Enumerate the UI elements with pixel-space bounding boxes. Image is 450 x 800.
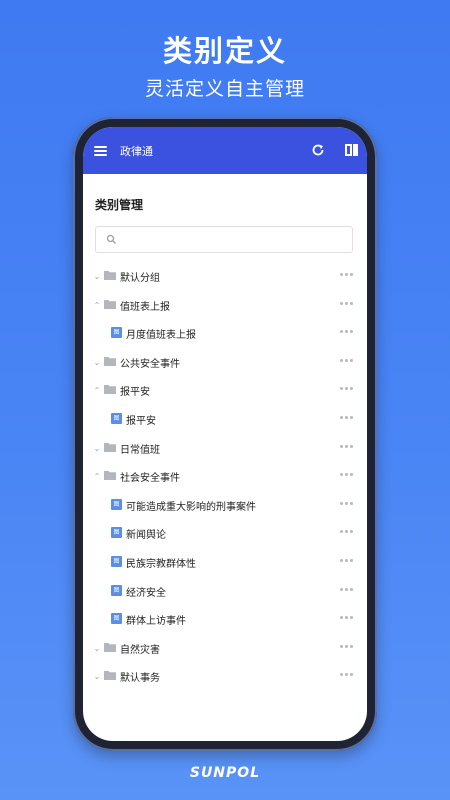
more-options-icon[interactable] [340, 358, 353, 363]
more-options-icon[interactable] [340, 587, 353, 592]
more-options-icon[interactable] [340, 644, 353, 649]
more-options-icon[interactable] [340, 673, 353, 677]
more-options-icon[interactable] [340, 530, 353, 534]
tree-row-label: 新闻舆论 [126, 530, 166, 542]
more-options-icon[interactable] [340, 616, 353, 620]
search-input[interactable] [95, 226, 353, 253]
more-options-icon[interactable] [340, 330, 353, 334]
tree-row-label: 报平安 [120, 387, 150, 399]
tree-row-label: 可能造成重大影响的刑事案件 [126, 501, 256, 513]
tree-item-row[interactable]: 图经济安全 [83, 584, 367, 606]
brand-logo: SUNPOL [189, 765, 261, 781]
page-title: 类别管理 [95, 198, 144, 212]
folder-icon [104, 299, 116, 309]
category-item-icon: 图 [111, 498, 122, 510]
category-item-icon: 图 [111, 413, 122, 424]
app-screen: 政律通 类别管理 ⌄ 默认分组 ⌃ 值班表上报图月度值班表上报 ⌄ 公共安全事件 ⌃ 报平安图… [83, 127, 367, 741]
chevron-down-icon[interactable]: ⌄ [93, 672, 101, 682]
more-options-icon[interactable] [340, 501, 353, 506]
tree-row-label: 公共安全事件 [120, 358, 180, 370]
folder-icon [104, 385, 116, 395]
tree-row-label: 报平安 [126, 416, 156, 427]
hamburger-menu-icon[interactable] [94, 146, 107, 156]
phone-frame: 政律通 类别管理 ⌄ 默认分组 ⌃ 值班表上报图月度值班表上报 ⌄ 公共安全事件 ⌃ 报平安图… [73, 117, 377, 751]
category-item-icon: 图 [111, 327, 122, 339]
chevron-up-icon[interactable]: ⌃ [93, 472, 101, 482]
tree-folder-row[interactable]: ⌄ 自然灾害 [83, 641, 367, 663]
more-options-icon[interactable] [340, 301, 353, 306]
folder-icon [104, 671, 116, 681]
sidebar-toggle-icon[interactable] [345, 144, 358, 156]
tree-row-label: 群体上访事件 [126, 616, 186, 628]
chevron-down-icon[interactable]: ⌄ [93, 358, 101, 368]
chevron-down-icon[interactable]: ⌄ [93, 272, 101, 282]
tree-folder-row[interactable]: ⌄ 日常值班 [83, 441, 367, 463]
more-options-icon[interactable] [340, 416, 353, 420]
tree-row-label: 值班表上报 [120, 301, 170, 313]
tree-row-label: 默认分组 [120, 273, 160, 284]
folder-icon [104, 471, 116, 481]
tree-row-label: 默认事务 [120, 673, 160, 685]
tree-item-row[interactable]: 图可能造成重大影响的刑事案件 [83, 498, 367, 520]
chevron-up-icon[interactable]: ⌃ [93, 301, 101, 311]
tree-row-label: 月度值班表上报 [126, 330, 196, 342]
chevron-down-icon[interactable]: ⌄ [93, 644, 101, 654]
app-bar: 政律通 [83, 127, 367, 174]
more-options-icon[interactable] [340, 444, 353, 449]
more-options-icon[interactable] [340, 559, 353, 563]
tree-row-label: 民族宗教群体性 [126, 559, 196, 570]
more-options-icon[interactable] [340, 473, 353, 477]
tree-folder-row[interactable]: ⌃ 值班表上报 [83, 298, 367, 320]
category-item-icon: 图 [111, 584, 122, 596]
chevron-up-icon[interactable]: ⌃ [93, 386, 101, 396]
tree-folder-row[interactable]: ⌄ 公共安全事件 [83, 355, 367, 377]
more-options-icon[interactable] [340, 273, 353, 277]
tree-folder-row[interactable]: ⌃ 报平安 [83, 383, 367, 405]
tree-row-label: 自然灾害 [120, 644, 160, 656]
tree-folder-row[interactable]: ⌃ 社会安全事件 [83, 469, 367, 491]
refresh-icon[interactable] [310, 142, 326, 158]
app-title: 政律通 [120, 145, 153, 158]
tree-item-row[interactable]: 图民族宗教群体性 [83, 555, 367, 577]
tree-folder-row[interactable]: ⌄ 默认分组 [83, 269, 367, 291]
folder-icon [104, 356, 116, 366]
folder-icon [104, 442, 116, 452]
tree-item-row[interactable]: 图新闻舆论 [83, 526, 367, 548]
more-options-icon[interactable] [340, 387, 353, 391]
tree-item-row[interactable]: 图报平安 [83, 412, 367, 434]
category-item-icon: 图 [111, 613, 122, 625]
category-item-icon: 图 [111, 556, 122, 567]
folder-icon [104, 642, 116, 652]
tree-row-label: 日常值班 [120, 444, 160, 456]
promo-subline: 灵活定义自主管理 [144, 78, 305, 100]
tree-row-label: 经济安全 [126, 587, 166, 599]
tree-item-row[interactable]: 图群体上访事件 [83, 612, 367, 634]
folder-icon [104, 271, 116, 280]
tree-row-label: 社会安全事件 [120, 473, 180, 485]
promo-headline: 类别定义 [162, 34, 287, 68]
category-item-icon: 图 [111, 527, 122, 539]
tree-folder-row[interactable]: ⌄ 默认事务 [83, 669, 367, 691]
tree-item-row[interactable]: 图月度值班表上报 [83, 326, 367, 348]
chevron-down-icon[interactable]: ⌄ [93, 444, 101, 454]
search-icon [106, 234, 116, 244]
